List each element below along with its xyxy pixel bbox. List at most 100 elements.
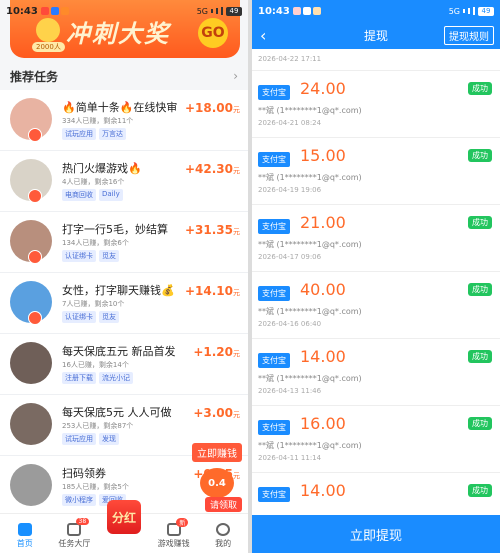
task-item[interactable]: 每天保底五元 新品首发 16人已赚，剩余14个 注册下载 流光小记 +1.20元 <box>0 334 248 395</box>
signal-icon <box>211 9 213 13</box>
record-item[interactable]: 支付宝 21.00 成功 **斌 (1********1@q*.com) 202… <box>252 205 500 272</box>
record-date: 2026-04-17 09:06 <box>258 253 322 261</box>
battery-icon: 49 <box>478 6 494 16</box>
avatar <box>10 342 52 384</box>
record-amount: 40.00 <box>300 280 346 299</box>
new-badge: 新 <box>176 518 189 527</box>
notification-icon <box>302 7 311 15</box>
record-account: **斌 (1********1@q*.com) <box>258 441 362 450</box>
record-item[interactable]: 支付宝 15.00 成功 **斌 (1********1@q*.com) 202… <box>252 138 500 205</box>
bottom-tab-bar: 首页 38 任务大厅 分红 新 游戏赚钱 我的 <box>0 500 248 553</box>
alipay-badge: 支付宝 <box>258 286 290 301</box>
claim-button[interactable]: 请领取 <box>204 497 242 512</box>
task-reward: +14.10元 <box>184 284 240 298</box>
status-badge: 成功 <box>468 149 492 162</box>
tab-mine[interactable]: 我的 <box>198 514 248 553</box>
notification-icon <box>40 7 49 15</box>
record-item[interactable]: 支付宝 16.00 成功 **斌 (1********1@q*.com) 202… <box>252 406 500 473</box>
notification-icon <box>292 7 301 15</box>
task-reward: +3.00元 <box>193 406 240 420</box>
record-item[interactable]: 支付宝 24.00 成功 **斌 (1********1@q*.com) 202… <box>252 71 500 138</box>
record-date: 2026-04-13 11:46 <box>258 387 322 395</box>
page-title: 提现 <box>363 29 388 43</box>
network-label: 5G <box>448 6 460 16</box>
task-tag: 电商回收 <box>62 189 96 201</box>
record-date: 2026-04-16 06:40 <box>258 320 322 328</box>
record-amount: 14.00 <box>300 347 346 366</box>
alarm-clock-icon[interactable]: 0.4 <box>200 468 234 498</box>
alipay-badge: 支付宝 <box>258 420 290 435</box>
task-item[interactable]: 女性，打字聊天赚钱💰 7人已赚，剩余10个 认证绑卡 觅友 +14.10元 <box>0 273 248 334</box>
tab-label: 首页 <box>16 539 33 548</box>
task-tag: 觅友 <box>99 311 119 323</box>
task-stats: 185人已赚，剩余5个 <box>62 483 129 491</box>
battery-icon: 49 <box>226 6 242 16</box>
task-type-icon <box>28 128 42 142</box>
task-tag: 发现 <box>99 433 119 445</box>
task-tag: Daily <box>99 189 123 201</box>
task-title: 每天保底五元 新品首发 <box>62 345 176 358</box>
dividend-icon: 分红 <box>106 500 141 534</box>
task-title: 热门火爆游戏🔥 <box>62 162 142 175</box>
task-item[interactable]: 🔥简单十条🔥在线快审 334人已赚，剩余11个 试玩应用 万言达 +18.00元 <box>0 90 248 151</box>
record-item[interactable]: 支付宝 40.00 成功 **斌 (1********1@q*.com) 202… <box>252 272 500 339</box>
record-account: **斌 (1********1@q*.com) <box>258 374 362 383</box>
tab-dividend[interactable]: 分红 <box>99 500 149 553</box>
task-type-icon <box>28 311 42 325</box>
back-icon[interactable]: ‹ <box>260 26 266 45</box>
record-date: 2026-04-21 08:24 <box>258 119 322 127</box>
chevron-right-icon: › <box>233 69 238 83</box>
record-amount: 21.00 <box>300 213 346 232</box>
task-reward: +31.35元 <box>184 223 240 237</box>
status-bar: 10:43 5G 49 <box>252 0 500 22</box>
status-badge: 成功 <box>468 417 492 430</box>
record-amount: 24.00 <box>300 79 346 98</box>
alipay-badge: 支付宝 <box>258 487 290 502</box>
notification-icon <box>60 7 69 15</box>
withdraw-rules-button[interactable]: 提现规则 <box>444 26 494 45</box>
record-date: 2026-04-19 19:06 <box>258 186 322 194</box>
nav-bar: ‹ 提现 提现规则 <box>252 22 500 49</box>
withdraw-records: 2026-04-22 17:11 支付宝 24.00 成功 **斌 (1****… <box>252 49 500 540</box>
tab-task-hall[interactable]: 38 任务大厅 <box>50 514 100 553</box>
task-tag: 流光小记 <box>99 372 133 384</box>
task-tag: 微小程序 <box>62 494 96 506</box>
task-tag: 认证绑卡 <box>62 311 96 323</box>
status-time: 10:43 <box>6 5 38 17</box>
banner-go-button[interactable]: GO <box>198 18 228 48</box>
task-type-icon <box>28 189 42 203</box>
alipay-badge: 支付宝 <box>258 353 290 368</box>
record-account: **斌 (1********1@q*.com) <box>258 106 362 115</box>
avatar <box>10 403 52 445</box>
right-screen: 10:43 5G 49 ‹ 提现 提现规则 2026-04-22 17:11 支… <box>252 0 500 553</box>
signal-icon <box>463 9 465 13</box>
task-title: 每天保底5元 人人可做 <box>62 406 172 419</box>
task-title: 扫码领券 <box>62 467 106 480</box>
task-tag: 觅友 <box>99 250 119 262</box>
task-item[interactable]: 热门火爆游戏🔥 4人已赚，剩余16个 电商回收 Daily +42.30元 <box>0 151 248 212</box>
record-item[interactable]: 支付宝 14.00 成功 **斌 (1********1@q*.com) 202… <box>252 339 500 406</box>
task-title: 打字一行5毛，妙结算 <box>62 223 168 236</box>
record-amount: 14.00 <box>300 481 346 500</box>
signal-icon <box>216 8 218 14</box>
recommended-header[interactable]: 推荐任务 › <box>0 66 248 86</box>
status-badge: 成功 <box>468 82 492 95</box>
record-account: **斌 (1********1@q*.com) <box>258 173 362 182</box>
task-item[interactable]: 打字一行5毛，妙结算 134人已赚，剩余6个 认证绑卡 觅友 +31.35元 <box>0 212 248 273</box>
signal-icon <box>468 8 470 14</box>
notification-icon <box>50 7 59 15</box>
task-stats: 4人已赚，剩余16个 <box>62 178 125 186</box>
status-badge: 成功 <box>468 216 492 229</box>
network-label: 5G <box>196 6 208 16</box>
task-reward: +42.30元 <box>184 162 240 176</box>
tab-home[interactable]: 首页 <box>0 514 50 553</box>
task-stats: 134人已赚，剩余6个 <box>62 239 129 247</box>
notification-icon <box>312 7 321 15</box>
withdraw-now-button[interactable]: 立即提现 <box>252 515 500 553</box>
status-badge: 成功 <box>468 484 492 497</box>
record-account: **斌 (1********1@q*.com) <box>258 240 362 249</box>
count-badge: 38 <box>75 518 90 525</box>
left-screen: 10:43 5G 49 2000人 冲刺大奖 GO 推荐任务 › 🔥简单十条🔥在… <box>0 0 248 553</box>
tab-game-earn[interactable]: 新 游戏赚钱 <box>149 514 199 553</box>
earn-now-button[interactable]: 立即赚钱 <box>192 443 242 462</box>
